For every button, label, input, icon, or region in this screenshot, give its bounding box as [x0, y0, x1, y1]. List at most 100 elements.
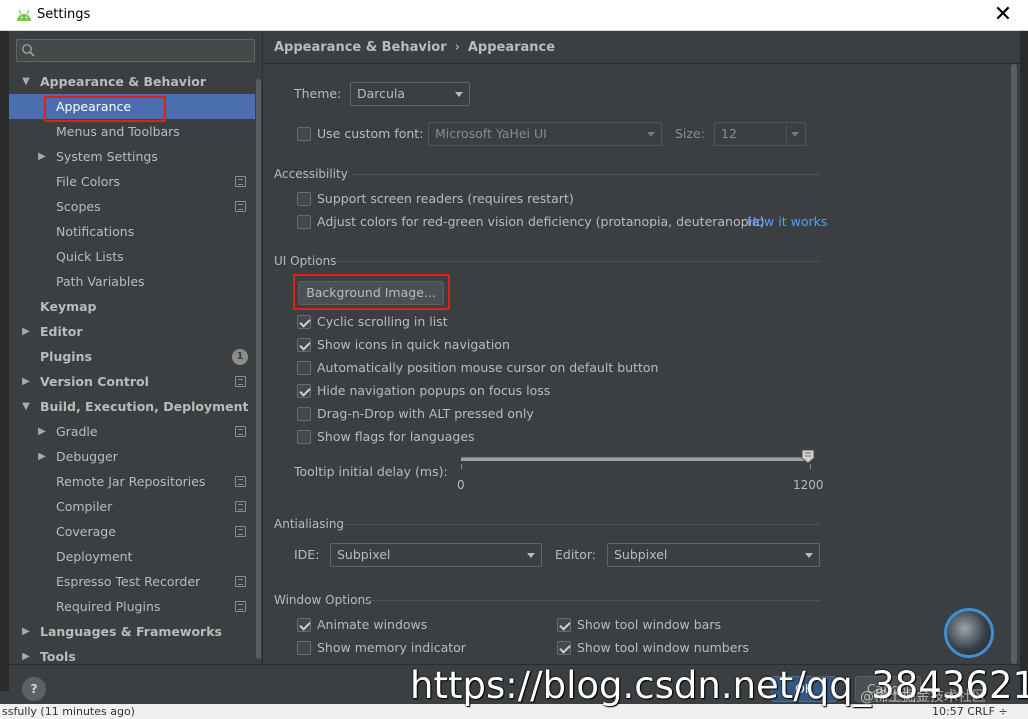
- sidebar-scrollbar[interactable]: [255, 69, 262, 664]
- sidebar-item-version-control[interactable]: ▶ Version Control: [9, 369, 255, 394]
- auto-position-label: Automatically position mouse cursor on d…: [317, 360, 659, 375]
- close-button[interactable]: ✕: [986, 2, 1020, 28]
- auto-position-checkbox[interactable]: [297, 361, 311, 375]
- sidebar-item-languages-frameworks[interactable]: ▶ Languages & Frameworks: [9, 619, 255, 644]
- animate-windows-checkbox[interactable]: [297, 618, 311, 632]
- sidebar-item-appearance-behavior[interactable]: ▼ Appearance & Behavior: [9, 69, 255, 94]
- chevron-right-icon[interactable]: ▶: [21, 369, 31, 394]
- custom-font-checkbox[interactable]: [297, 127, 311, 141]
- search-icon: [22, 44, 35, 57]
- content-scrollbar-thumb[interactable]: [1011, 64, 1017, 664]
- show-icons-checkbox[interactable]: [297, 338, 311, 352]
- section-divider: [368, 600, 820, 601]
- chevron-right-icon[interactable]: ▶: [37, 444, 47, 469]
- sidebar-item-espresso-test-recorder[interactable]: Espresso Test Recorder: [9, 569, 255, 594]
- project-settings-icon: [235, 176, 246, 187]
- font-size-value: 12: [721, 126, 737, 141]
- combo-divider: [786, 125, 787, 143]
- show-flags-checkbox[interactable]: [297, 430, 311, 444]
- status-message: ssfully (11 minutes ago): [2, 705, 135, 718]
- cancel-button[interactable]: Cancel: [855, 676, 921, 702]
- chevron-down-icon[interactable]: ▼: [21, 69, 31, 94]
- chevron-down-icon: [527, 553, 535, 558]
- sidebar-item-label: Gradle: [56, 424, 98, 439]
- sidebar-item-label: Languages & Frameworks: [40, 624, 222, 639]
- chevron-down-icon: [647, 132, 655, 137]
- hide-popups-checkbox[interactable]: [297, 384, 311, 398]
- chevron-right-icon[interactable]: ▶: [21, 319, 31, 344]
- sidebar-item-coverage[interactable]: Coverage: [9, 519, 255, 544]
- drag-drop-checkbox[interactable]: [297, 407, 311, 421]
- sidebar-item-scopes[interactable]: Scopes: [9, 194, 255, 219]
- slider-max-label: 1200: [793, 478, 824, 492]
- sidebar-item-label: Appearance: [56, 99, 132, 114]
- breadcrumb-parent[interactable]: Appearance & Behavior: [274, 40, 447, 55]
- sidebar-item-label: Coverage: [56, 524, 116, 539]
- chevron-right-icon[interactable]: ▶: [37, 419, 47, 444]
- show-icons-label: Show icons in quick navigation: [317, 337, 510, 352]
- search-input[interactable]: [16, 39, 255, 62]
- show-tool-bars-checkbox[interactable]: [557, 618, 571, 632]
- sidebar-item-path-variables[interactable]: Path Variables: [9, 269, 255, 294]
- chevron-right-icon[interactable]: ▶: [21, 619, 31, 644]
- chevron-right-icon[interactable]: ▶: [37, 144, 47, 169]
- show-tool-numbers-label: Show tool window numbers: [577, 640, 750, 655]
- breadcrumb-current: Appearance: [467, 40, 556, 55]
- sidebar-item-deployment[interactable]: Deployment: [9, 544, 255, 569]
- chevron-down-icon[interactable]: ▼: [21, 394, 31, 419]
- sidebar-item-label: Notifications: [56, 224, 135, 239]
- theme-select-value: Darcula: [357, 86, 406, 101]
- screen-readers-label: Support screen readers (requires restart…: [317, 191, 574, 206]
- sidebar-item-keymap[interactable]: Keymap: [9, 294, 255, 319]
- sidebar-item-editor[interactable]: ▶ Editor: [9, 319, 255, 344]
- ok-button[interactable]: OK: [771, 676, 837, 702]
- sidebar-item-system-settings[interactable]: ▶ System Settings: [9, 144, 255, 169]
- sidebar-item-debugger[interactable]: ▶ Debugger: [9, 444, 255, 469]
- window-title: Settings: [37, 7, 91, 22]
- sidebar-item-build-execution-deployment[interactable]: ▼ Build, Execution, Deployment: [9, 394, 255, 419]
- sidebar-item-file-colors[interactable]: File Colors: [9, 169, 255, 194]
- show-tool-numbers-checkbox[interactable]: [557, 641, 571, 655]
- sidebar-item-notifications[interactable]: Notifications: [9, 219, 255, 244]
- color-deficiency-checkbox[interactable]: [297, 215, 311, 229]
- sidebar-item-label: Debugger: [56, 449, 118, 464]
- sidebar-item-gradle[interactable]: ▶ Gradle: [9, 419, 255, 444]
- sidebar-item-plugins[interactable]: Plugins 1: [9, 344, 255, 369]
- ide-antialiasing-select[interactable]: Subpixel: [330, 543, 542, 567]
- sidebar-item-label: Plugins: [40, 349, 92, 364]
- background-image-button[interactable]: Background Image...: [298, 281, 444, 305]
- cyclic-scrolling-checkbox[interactable]: [297, 315, 311, 329]
- sidebar-item-label: System Settings: [56, 149, 158, 164]
- project-settings-icon: [235, 376, 246, 387]
- chevron-down-icon: [805, 553, 813, 558]
- sidebar-item-remote-jar-repositories[interactable]: Remote Jar Repositories: [9, 469, 255, 494]
- right-edge: [1020, 31, 1028, 691]
- editor-antialiasing-select[interactable]: Subpixel: [607, 543, 820, 567]
- screen-readers-checkbox[interactable]: [297, 192, 311, 206]
- slider-thumb-icon[interactable]: [801, 449, 815, 464]
- accessibility-section-title: Accessibility: [274, 167, 348, 181]
- font-select-value: Microsoft YaHei UI: [435, 126, 547, 141]
- sidebar-item-quick-lists[interactable]: Quick Lists: [9, 244, 255, 269]
- content-scrollbar[interactable]: [1010, 64, 1018, 664]
- tooltip-delay-slider[interactable]: [461, 457, 811, 461]
- how-it-works-link[interactable]: How it works: [747, 214, 827, 229]
- theme-select[interactable]: Darcula: [350, 82, 470, 106]
- show-memory-checkbox[interactable]: [297, 641, 311, 655]
- font-size-select[interactable]: 12: [714, 122, 806, 146]
- avatar: [944, 608, 994, 658]
- show-tool-bars-label: Show tool window bars: [577, 617, 721, 632]
- sidebar-scrollbar-thumb[interactable]: [256, 79, 261, 659]
- font-select[interactable]: Microsoft YaHei UI: [428, 122, 662, 146]
- sidebar-item-appearance[interactable]: Appearance: [9, 94, 255, 119]
- sidebar-item-label: Compiler: [56, 499, 113, 514]
- sidebar-item-compiler[interactable]: Compiler: [9, 494, 255, 519]
- sidebar-item-required-plugins[interactable]: Required Plugins: [9, 594, 255, 619]
- show-flags-label: Show flags for languages: [317, 429, 475, 444]
- sidebar-item-menus-toolbars[interactable]: Menus and Toolbars: [9, 119, 255, 144]
- project-settings-icon: [235, 526, 246, 537]
- chevron-down-icon: [455, 92, 463, 97]
- help-button[interactable]: ?: [22, 677, 46, 701]
- slider-min-label: 0: [457, 478, 465, 492]
- theme-label: Theme:: [294, 86, 342, 101]
